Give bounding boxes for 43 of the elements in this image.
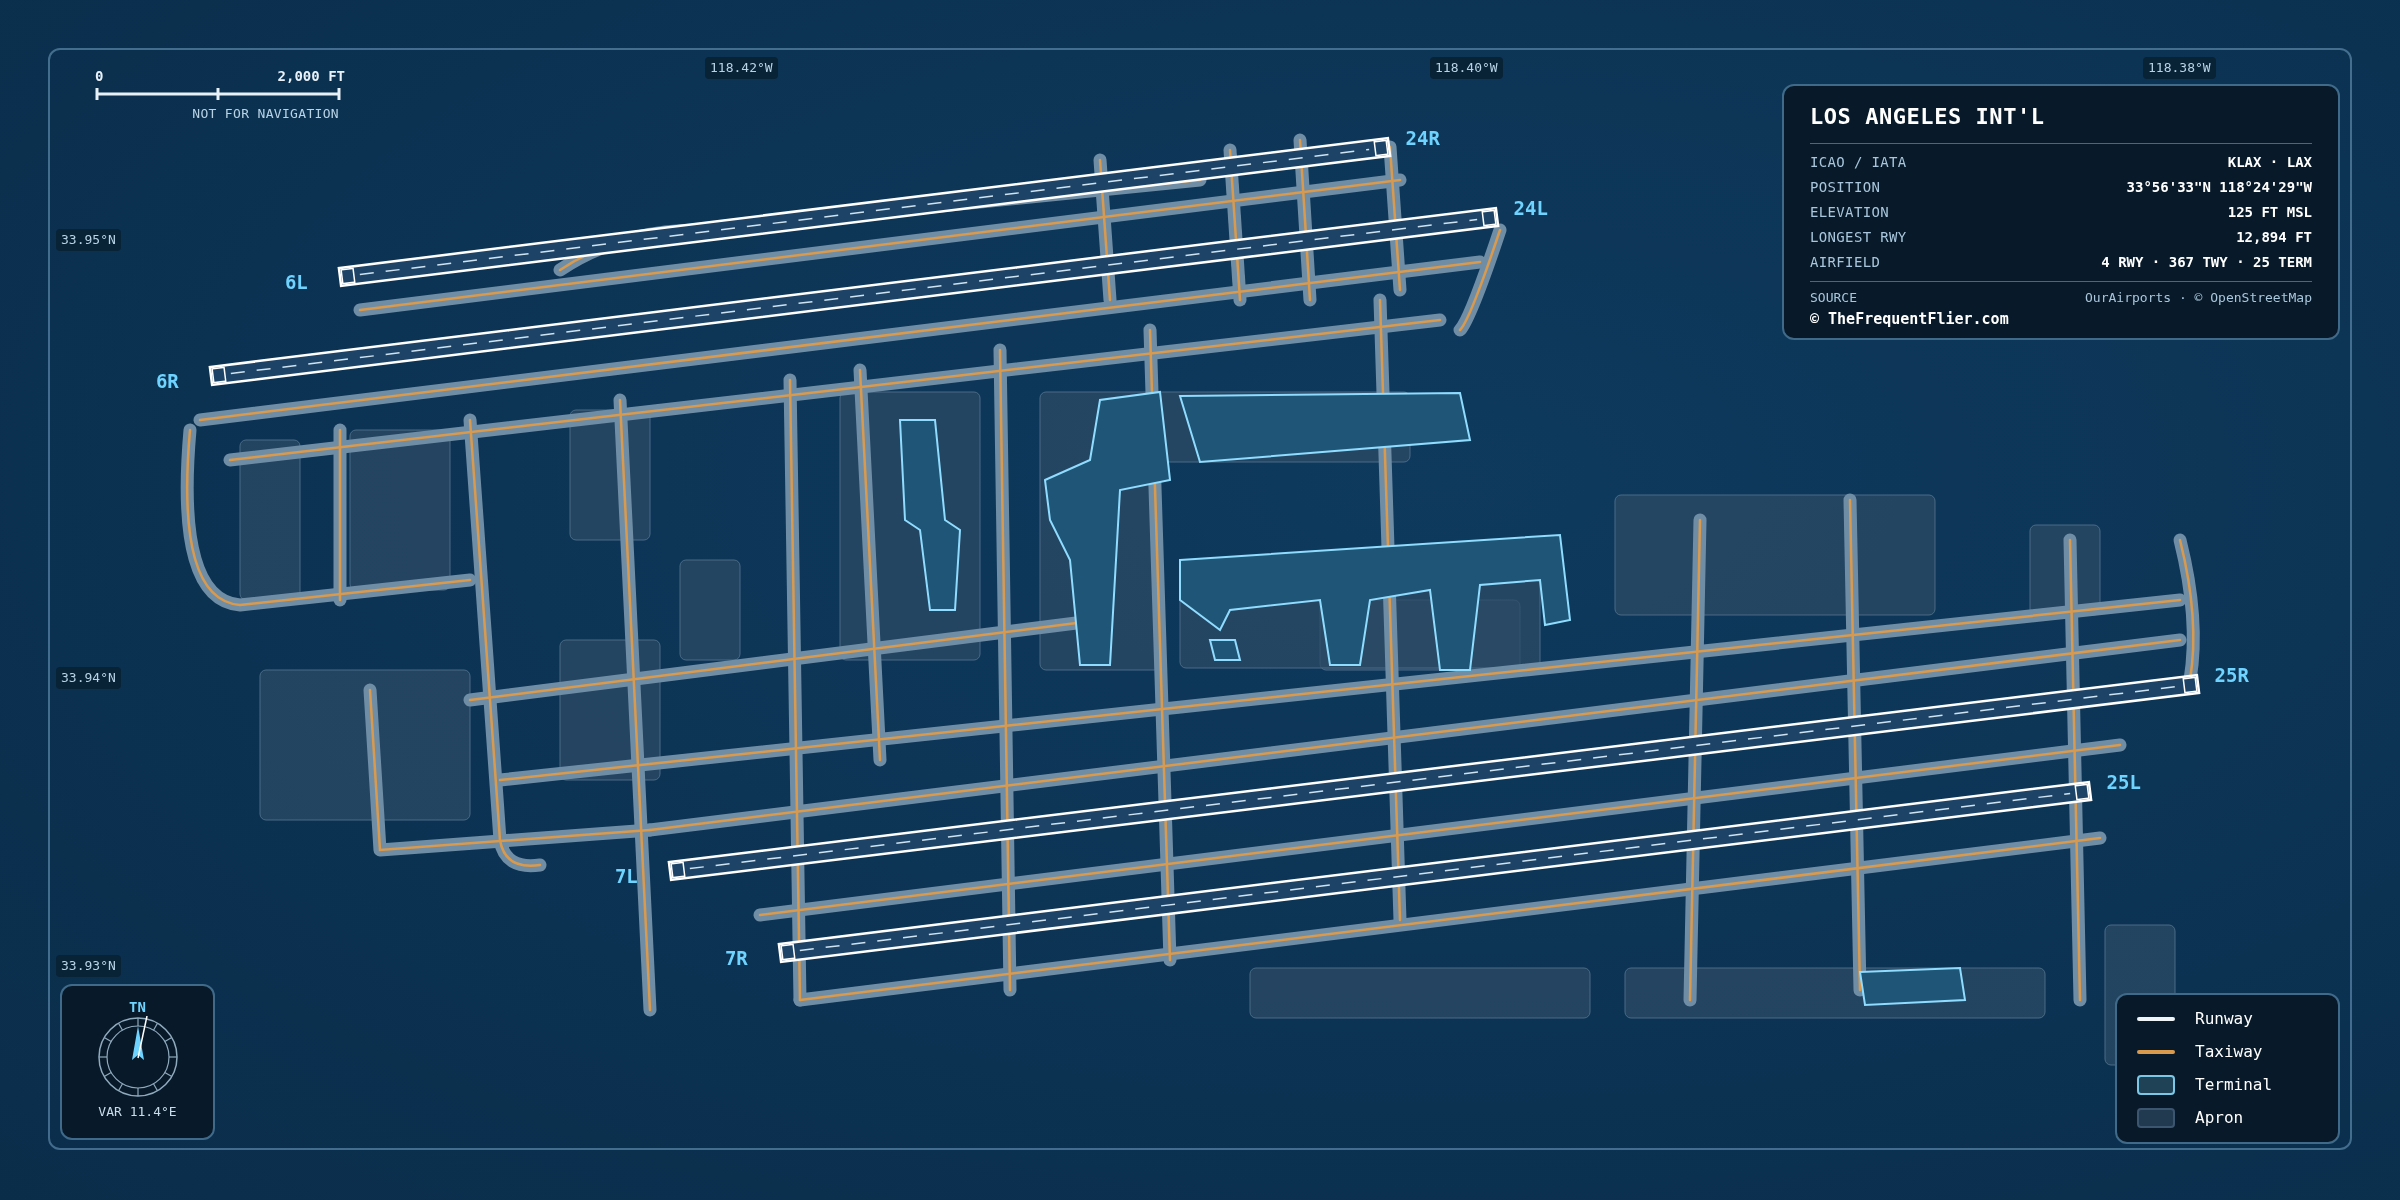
- runway-label: 7L: [614, 865, 638, 888]
- compass-rose-icon: [96, 1016, 179, 1098]
- info-label: AIRFIELD: [1810, 253, 1881, 272]
- longitude-label: 118.38°W: [2143, 57, 2216, 79]
- apron-swatch-icon: [2137, 1108, 2175, 1128]
- info-value: 33°56'33"N 118°24'29"W: [2126, 178, 2312, 197]
- latitude-label: 33.95°N: [56, 229, 121, 251]
- runway-swatch-icon: [2137, 1017, 2175, 1021]
- legend-label: Taxiway: [2195, 1041, 2263, 1063]
- info-value: 4 RWY · 367 TWY · 25 TERM: [2101, 253, 2312, 272]
- info-label: POSITION: [1810, 178, 1881, 197]
- info-value: 12,894 FT: [2236, 228, 2312, 247]
- longitude-label: 118.42°W: [705, 57, 778, 79]
- legend-label: Terminal: [2195, 1074, 2273, 1096]
- runway-label: 24R: [1405, 126, 1440, 149]
- true-north-label: TN: [129, 1000, 146, 1014]
- latitude-label: 33.93°N: [56, 955, 121, 977]
- airport-title: LOS ANGELES INT'L: [1810, 100, 2312, 144]
- runway-label: 24L: [1513, 196, 1548, 219]
- scale-start: 0: [95, 67, 104, 86]
- scale-end: 2,000 FT: [277, 67, 345, 86]
- scale-note: NOT FOR NAVIGATION: [192, 106, 339, 121]
- source-label: SOURCE: [1810, 289, 1857, 307]
- taxiway-swatch-icon: [2137, 1050, 2175, 1054]
- info-label: ICAO / IATA: [1810, 153, 1907, 172]
- runway-label: 6L: [284, 271, 308, 294]
- info-value: 125 FT MSL: [2227, 203, 2312, 222]
- longitude-label: 118.40°W: [1430, 57, 1503, 79]
- variation-text: VAR 11.4°E: [98, 1103, 177, 1121]
- legend-label: Apron: [2195, 1107, 2244, 1129]
- legend-label: Runway: [2195, 1008, 2253, 1030]
- latitude-label: 33.94°N: [56, 667, 121, 689]
- runway-label: 25R: [2214, 663, 2249, 686]
- info-label: LONGEST RWY: [1810, 228, 1907, 247]
- credit-text: © TheFrequentFlier.com: [1810, 308, 2010, 330]
- runway-label: 6R: [155, 370, 179, 393]
- terminal-swatch-icon: [2137, 1075, 2175, 1095]
- source-value: OurAirports · © OpenStreetMap: [2085, 289, 2312, 307]
- info-value: KLAX · LAX: [2227, 153, 2312, 172]
- scale-bar-icon: [95, 87, 341, 101]
- runway-label: 7R: [724, 947, 748, 970]
- runway-label: 25L: [2106, 770, 2141, 793]
- info-label: ELEVATION: [1810, 203, 1889, 222]
